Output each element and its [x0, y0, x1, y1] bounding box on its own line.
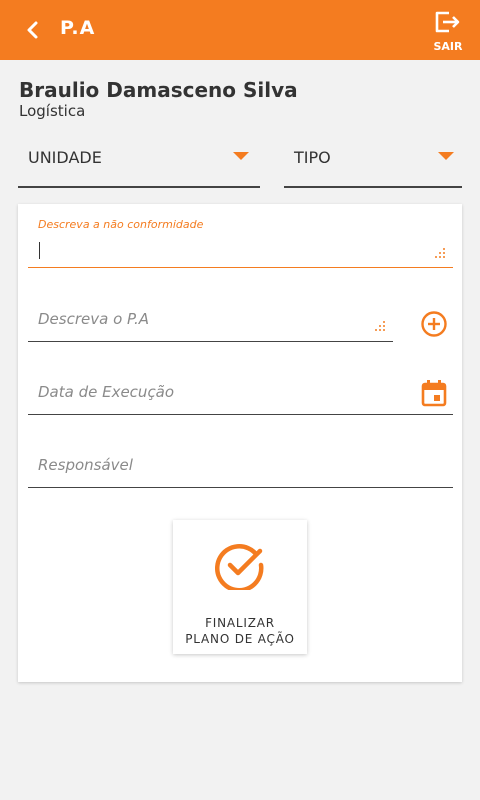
- dropdown-caret-icon: [438, 152, 454, 160]
- user-department: Logística: [19, 102, 86, 120]
- responsible-field[interactable]: Responsável: [28, 437, 453, 488]
- finalize-label-line2: PLANO DE AÇÃO: [185, 632, 295, 646]
- tipo-select[interactable]: TIPO: [284, 136, 462, 188]
- nonconformity-textarea[interactable]: Descreva a não conformidade: [28, 204, 453, 268]
- page-title: P.A: [60, 17, 96, 39]
- tipo-select-value: TIPO: [294, 148, 331, 167]
- logout-icon: [435, 11, 460, 33]
- add-circle-icon: [421, 311, 447, 337]
- action-plan-card: Descreva a não conformidade Descreva o P…: [18, 204, 462, 682]
- text-cursor: [39, 242, 40, 259]
- unidade-select-value: UNIDADE: [28, 148, 102, 167]
- app-header: P.A SAIR: [0, 0, 480, 60]
- execution-date-field[interactable]: Data de Execução: [28, 364, 453, 415]
- field-underline: [28, 414, 453, 415]
- back-button[interactable]: [18, 16, 46, 44]
- add-pa-button[interactable]: [420, 310, 448, 338]
- pa-textarea[interactable]: Descreva o P.A: [28, 294, 393, 342]
- finalize-plan-button[interactable]: FINALIZAR PLANO DE AÇÃO: [173, 520, 307, 654]
- date-picker-button[interactable]: [421, 379, 449, 407]
- resize-handle-icon[interactable]: [373, 321, 387, 333]
- finalize-label-line1: FINALIZAR: [205, 616, 275, 630]
- unidade-select[interactable]: UNIDADE: [18, 136, 260, 188]
- field-underline: [28, 267, 453, 268]
- calendar-icon: [421, 380, 447, 407]
- nonconformity-label: Descreva a não conformidade: [38, 218, 204, 231]
- chevron-left-icon: [27, 21, 38, 39]
- dropdown-caret-icon: [233, 152, 249, 160]
- logout-button[interactable]: SAIR: [430, 10, 466, 54]
- field-underline: [28, 487, 453, 488]
- user-name: Braulio Damasceno Silva: [19, 78, 298, 102]
- field-underline: [28, 341, 393, 342]
- responsible-placeholder: Responsável: [38, 456, 133, 474]
- logout-label: SAIR: [433, 40, 463, 53]
- resize-handle-icon[interactable]: [433, 248, 447, 260]
- execution-date-placeholder: Data de Execução: [38, 383, 175, 401]
- pa-placeholder: Descreva o P.A: [38, 310, 150, 328]
- check-circle-icon: [215, 544, 264, 590]
